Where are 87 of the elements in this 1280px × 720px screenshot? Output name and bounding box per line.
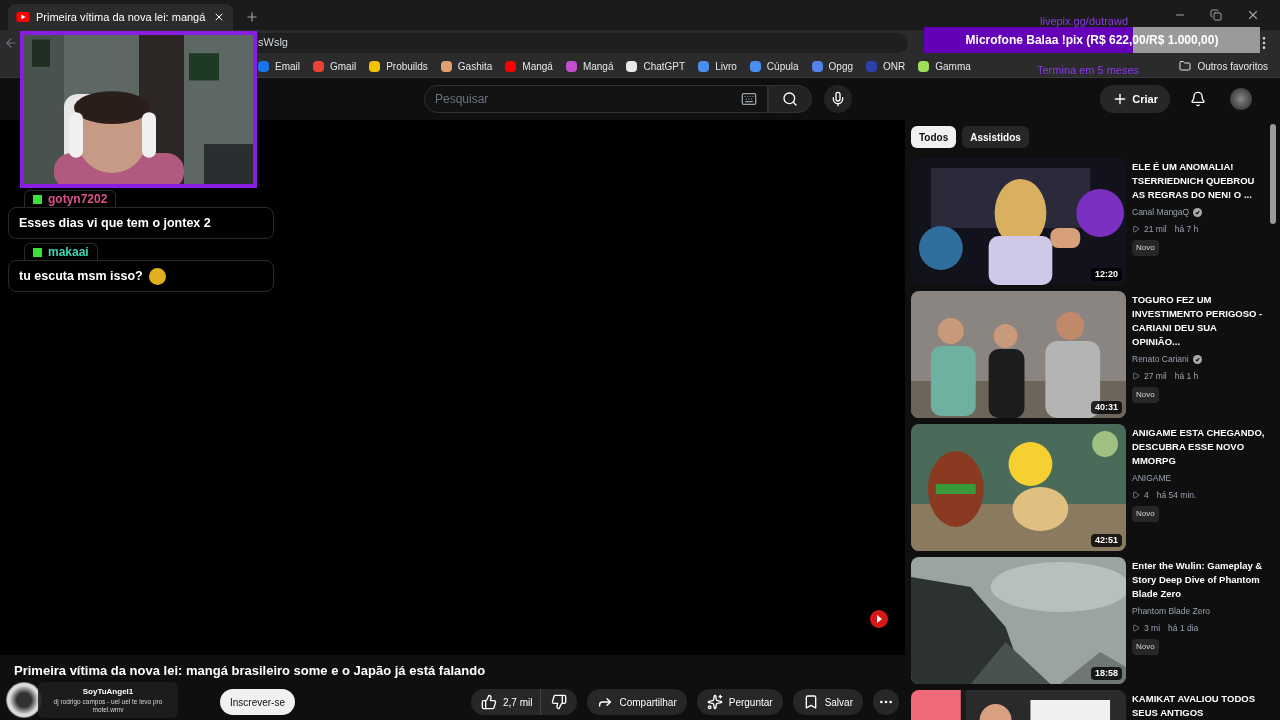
notifications-icon[interactable] — [1190, 91, 1206, 107]
chat-username: gotyn7202 — [48, 191, 108, 208]
upload-age: há 54 min. — [1156, 488, 1197, 502]
chat-username: makaai — [48, 244, 89, 261]
search-input[interactable]: Pesquisar — [435, 90, 741, 108]
search-field[interactable]: Pesquisar — [424, 85, 768, 113]
other-bookmarks[interactable]: Outros favoritos — [1179, 58, 1268, 74]
tab-title: Primeira vítima da nova lei: mangá — [36, 9, 207, 25]
subscribe-button[interactable]: Inscrever-se — [220, 689, 295, 715]
search-button[interactable] — [768, 85, 812, 113]
channel-name: Canal MangaQ — [1132, 206, 1190, 219]
bookmark-item[interactable]: Mangá — [505, 58, 553, 74]
filter-chip[interactable]: Todos — [911, 126, 957, 148]
address-bar[interactable]: sWslg — [258, 32, 908, 53]
video-card-title: ANIGAME ESTA CHEGANDO, DESCUBRA ESSE NOVO MMORPG — [1132, 426, 1266, 468]
bookmark-item[interactable]: Opgg — [811, 58, 853, 74]
save-button[interactable]: Salvar — [792, 689, 863, 715]
thumbs-down-icon — [551, 694, 568, 710]
verified-icon — [1192, 354, 1202, 364]
close-icon[interactable] — [1246, 8, 1260, 22]
avatar[interactable] — [1230, 88, 1252, 110]
views-icon — [1132, 372, 1140, 381]
more-button[interactable] — [873, 689, 899, 715]
view-count: 3 mi — [1144, 621, 1161, 635]
channel-name: Phantom Blade Zero — [1132, 605, 1210, 618]
mic-icon — [830, 91, 846, 107]
goal-deadline: Termina em 5 meses — [1037, 64, 1140, 76]
video-card[interactable]: KAMIKAT AVALIOU TODOS SEUS ANTIGOS — [911, 690, 1266, 720]
video-card-title: KAMIKAT AVALIOU TODOS SEUS ANTIGOS — [1132, 692, 1256, 720]
new-tab-icon[interactable] — [245, 10, 259, 24]
chat-message: Esses dias vi que tem o jontex 2 — [19, 214, 211, 232]
filter-chip[interactable]: Assistidos — [962, 126, 1029, 148]
verified-icon — [1193, 207, 1203, 217]
bookmark-item[interactable]: ChatGPT — [626, 58, 686, 74]
thumbs-up-icon — [481, 694, 497, 710]
video-card-title: ELE É UM ANOMALIA! TSERRIEDNICH QUEBROU AS REGRAS DO NEN! O ... — [1132, 160, 1256, 202]
back-icon[interactable] — [4, 35, 18, 50]
video-card[interactable]: 18:58 Enter the Wulin: Gameplay & Story Deep Dive of Phantom Blade Zero Phantom Blade Zero 3 mi há 1 dia Novo — [911, 557, 1266, 684]
views-icon — [1132, 624, 1140, 633]
new-badge: Novo — [1132, 505, 1159, 522]
video-card[interactable]: 42:51 ANIGAME ESTA CHEGANDO, DESCUBRA ESSE NOVO MMORPG ANIGAME 4 há 54 min. Novo — [911, 424, 1266, 551]
mic-button[interactable] — [824, 85, 852, 113]
browser-tab[interactable]: Primeira vítima da nova lei: mangá — [8, 4, 233, 30]
video-title: Primeira vítima da nova lei: mangá brasileiro some e o Japão já está falando — [13, 661, 487, 680]
search-icon — [782, 91, 798, 107]
bookmark-item[interactable]: Gashita — [440, 58, 493, 74]
restore-icon[interactable] — [1210, 9, 1222, 21]
view-count: 21 mil — [1144, 222, 1167, 236]
badge-icon — [33, 247, 42, 257]
views-icon — [1132, 491, 1140, 500]
share-button[interactable]: Compartilhar — [587, 689, 687, 715]
sparkle-icon — [706, 694, 723, 710]
bookmark-item[interactable]: ONR — [866, 58, 906, 74]
badge-icon — [33, 194, 42, 204]
keyboard-icon[interactable] — [741, 91, 757, 107]
bookmark-item[interactable]: Email — [258, 58, 300, 74]
video-card[interactable]: 12:20 ELE É UM ANOMALIA! TSERRIEDNICH QUEBROU AS REGRAS DO NEN! O ... Canal MangaQ 21 mil há 7 h Novo — [911, 158, 1266, 285]
views-icon — [1132, 225, 1140, 234]
bookmark-item[interactable]: Gamma — [918, 58, 971, 74]
video-card-title: Enter the Wulin: Gameplay & Story Deep Dive of Phantom Blade Zero — [1132, 559, 1264, 601]
ask-button[interactable]: Perguntar — [696, 689, 783, 715]
chat-message: tu escuta msm isso? — [19, 267, 143, 285]
video-card-title: TOGURO FEZ UM INVESTIMENTO PERIGOSO - CARIANI DEU SUA OPINIÃO... — [1132, 293, 1264, 349]
upload-age: há 1 h — [1174, 369, 1199, 383]
alert-username: SoyTuAngel1 — [82, 686, 134, 698]
bookmark-item[interactable]: Gmail — [313, 58, 357, 74]
new-badge: Novo — [1132, 239, 1159, 256]
channel-name: ANIGAME — [1132, 472, 1172, 485]
close-icon[interactable] — [213, 11, 225, 23]
play-logo-icon — [16, 12, 30, 22]
folder-icon — [1179, 60, 1192, 72]
upload-age: há 7 h — [1174, 222, 1199, 236]
new-badge: Novo — [1132, 386, 1159, 403]
bookmark-item[interactable]: Livro — [698, 58, 737, 74]
scrollbar-thumb[interactable] — [1270, 124, 1276, 224]
bookmark-item[interactable]: Mangá — [565, 58, 614, 74]
new-badge: Novo — [1132, 638, 1159, 655]
create-button[interactable]: Criar — [1100, 85, 1170, 113]
emoji-icon — [148, 267, 166, 285]
view-count: 4 — [1144, 488, 1149, 502]
video-card[interactable]: 40:31 TOGURO FEZ UM INVESTIMENTO PERIGOSO - CARIANI DEU SUA OPINIÃO... Renato Cariani 27 mil há 1 h Novo — [911, 291, 1266, 418]
bookmark-item[interactable]: Cúpula — [749, 58, 799, 74]
bookmark-item[interactable]: Probuilds — [369, 58, 428, 74]
view-count: 27 mil — [1144, 369, 1167, 383]
upload-age: há 1 dia — [1168, 621, 1199, 635]
channel-name: Renato Cariani — [1132, 353, 1189, 366]
record-icon — [870, 610, 888, 628]
